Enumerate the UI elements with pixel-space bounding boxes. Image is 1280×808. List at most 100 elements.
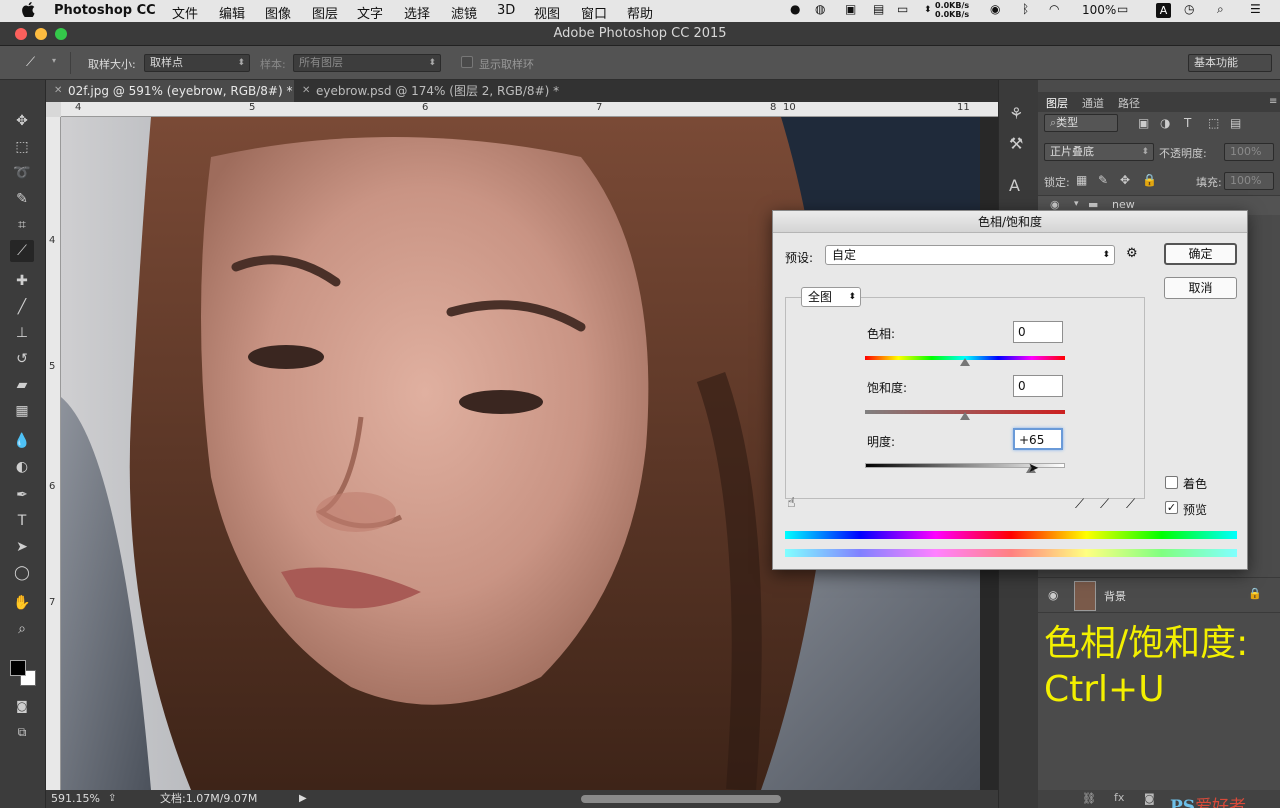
filter-adjust-icon[interactable]: ◑ [1160,116,1170,130]
visibility-eye-icon[interactable]: ◉ [1048,588,1058,602]
clone-stamp-tool-icon[interactable]: ⊥ [10,322,34,344]
fx-icon[interactable]: fx [1114,791,1124,804]
expand-triangle-icon[interactable]: ▾ [1074,199,1079,209]
clipboard-icon[interactable]: ▤ [873,2,884,16]
add-mask-icon[interactable]: ◙ [1144,792,1155,805]
zoom-level[interactable]: 591.15% [51,790,100,808]
menu-filter[interactable]: 滤镜 [451,3,477,22]
menu-image[interactable]: 图像 [265,3,291,22]
fill-input[interactable]: 100% [1224,172,1274,190]
bluetooth-icon[interactable]: ᛒ [1022,2,1029,16]
search-icon[interactable]: ⌕ [1217,2,1224,17]
gear-icon[interactable]: ⚙ [1126,246,1138,261]
foreground-color-swatch-top[interactable] [10,660,26,676]
character-panel-icon[interactable]: A [1009,176,1020,195]
blur-tool-icon[interactable]: 💧 [10,430,34,452]
menu-help[interactable]: 帮助 [627,3,653,22]
camera-icon[interactable]: ▣ [845,2,856,16]
layer-filter-select[interactable]: ⌕类型 [1044,114,1118,132]
clock-icon[interactable]: ◷ [1184,2,1194,16]
tab-paths[interactable]: 路径 [1118,95,1140,111]
menu-window[interactable]: 窗口 [581,3,607,22]
opacity-input[interactable]: 100% [1224,143,1274,161]
vertical-ruler[interactable]: 4 5 6 7 [46,117,61,790]
sample-layers-select[interactable]: 所有图层 ⬍ [293,54,441,72]
cancel-button[interactable]: 取消 [1164,277,1237,299]
crop-tool-icon[interactable]: ⌗ [10,214,34,236]
menu-type[interactable]: 文字 [357,3,383,22]
ok-button[interactable]: 确定 [1164,243,1237,265]
qq-icon[interactable]: ● [790,2,800,16]
eyedropper-icon[interactable]: ⟋ [1075,497,1084,512]
eyedropper-tool-icon[interactable]: ⟋ [10,240,34,262]
dodge-tool-icon[interactable]: ◐ [10,456,34,478]
workspace-select[interactable]: 基本功能 [1188,54,1272,72]
lasso-tool-icon[interactable]: ➰ [10,162,34,184]
tab-eyebrow[interactable]: ✕ eyebrow.psd @ 174% (图层 2, RGB/8#) * [294,80,564,102]
preset-select[interactable]: 自定 ⬍ [825,245,1115,265]
screen-mode-icon[interactable]: ⧉ [10,721,34,743]
eyedropper-add-icon[interactable]: ⟋ [1100,497,1109,512]
ruler-origin[interactable] [46,102,61,117]
layer-row-background[interactable]: ◉ 背景 🔒 [1038,577,1280,613]
share-icon[interactable]: ⇪ [108,790,116,808]
lock-transparent-icon[interactable]: ▦ [1076,173,1087,187]
show-ring-checkbox[interactable] [461,56,473,68]
preview-checkbox[interactable]: ✓ [1165,501,1178,514]
eraser-tool-icon[interactable]: ▰ [10,374,34,396]
app-menu[interactable]: Photoshop CC [54,3,156,18]
menu-select[interactable]: 选择 [404,3,430,22]
eyedropper-preset-icon[interactable]: ⟋ [26,55,35,70]
lightness-input[interactable]: +65 [1013,428,1063,450]
move-tool-icon[interactable]: ✥ [10,110,34,132]
filter-smart-icon[interactable]: ▤ [1230,116,1241,130]
tab-channels[interactable]: 通道 [1082,95,1104,111]
layer-name[interactable]: 背景 [1104,588,1126,604]
menu-view[interactable]: 视图 [534,3,560,22]
eyedropper-subtract-icon[interactable]: ⟋ [1126,497,1135,512]
history-brush-tool-icon[interactable]: ↺ [10,348,34,370]
quick-select-tool-icon[interactable]: ✎ [10,188,34,210]
gradient-tool-icon[interactable]: ▦ [10,400,34,422]
blend-mode-select[interactable]: 正片叠底 ⬍ [1044,143,1154,161]
horizontal-ruler[interactable]: 4 5 6 7 8 10 11 [61,102,998,117]
filter-type-icon[interactable]: T [1184,116,1191,130]
saturation-input[interactable]: 0 [1013,375,1063,397]
gamepad-icon[interactable]: ◉ [990,2,1000,16]
colorize-checkbox[interactable] [1165,476,1178,489]
battery-icon[interactable]: ▭ [1117,2,1128,16]
saturation-slider-thumb[interactable] [960,412,970,420]
minimize-window-button[interactable] [35,28,47,40]
tool-presets-icon[interactable]: ⚒ [1009,134,1023,153]
dialog-title[interactable]: 色相/饱和度 [773,211,1247,233]
filter-shape-icon[interactable]: ⬚ [1208,116,1219,130]
ellipse-tool-icon[interactable]: ◯ [10,562,34,584]
targeted-adjustment-hand-icon[interactable]: ☝ [787,495,796,511]
path-select-tool-icon[interactable]: ➤ [10,536,34,558]
zoom-window-button[interactable] [55,28,67,40]
menu-3d[interactable]: 3D [497,3,515,18]
horizontal-scrollbar[interactable] [581,795,781,803]
link-layers-icon[interactable]: ⛓ [1082,792,1096,805]
close-tab-icon[interactable]: ✕ [302,80,310,102]
quick-mask-icon[interactable]: ◙ [10,695,34,717]
pen-tool-icon[interactable]: ✒ [10,484,34,506]
tab-layers[interactable]: 图层 [1046,95,1068,111]
zoom-tool-icon[interactable]: ⌕ [10,618,34,640]
tab-02f[interactable]: ✕ 02f.jpg @ 591% (eyebrow, RGB/8#) * [46,80,294,102]
healing-brush-tool-icon[interactable]: ✚ [10,270,34,292]
panel-menu-icon[interactable]: ≡ [1269,96,1277,107]
hue-input[interactable]: 0 [1013,321,1063,343]
menu-file[interactable]: 文件 [172,3,198,22]
status-menu-arrow-icon[interactable]: ▶ [299,790,307,808]
marquee-tool-icon[interactable]: ⬚ [10,136,34,158]
notification-center-icon[interactable]: ☰ [1250,2,1261,16]
filter-pixel-icon[interactable]: ▣ [1138,116,1149,130]
hue-slider-thumb[interactable] [960,358,970,366]
close-window-button[interactable] [15,28,27,40]
input-method-indicator[interactable]: A [1156,3,1171,18]
menu-layer[interactable]: 图层 [312,3,338,22]
lock-position-icon[interactable]: ✥ [1120,173,1130,187]
wifi-icon[interactable]: ◠ [1049,2,1059,16]
display-icon[interactable]: ▭ [897,2,908,16]
